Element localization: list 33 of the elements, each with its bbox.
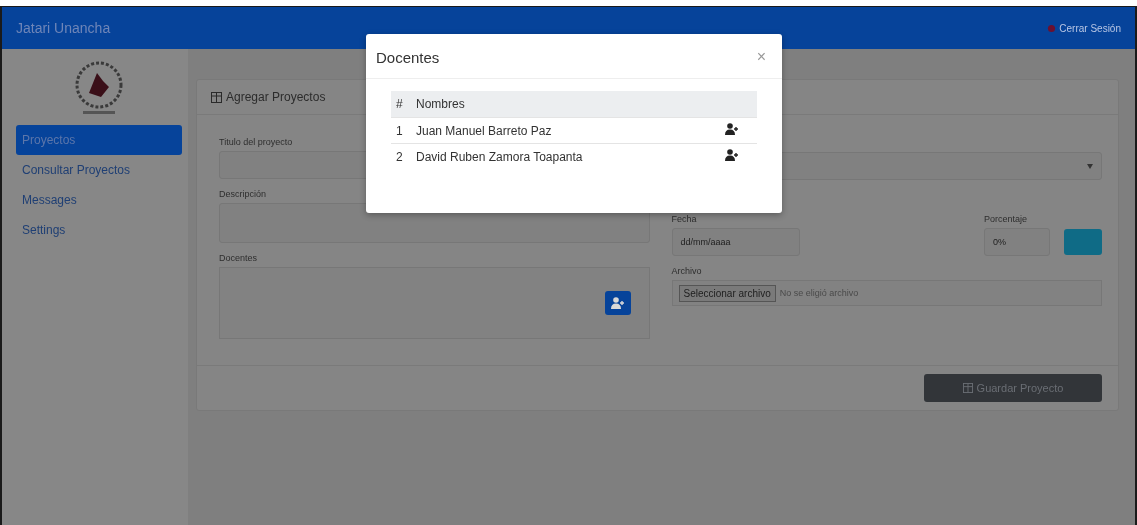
table-cell: David Ruben Zamora Toapanta <box>411 143 707 169</box>
sidebar-item[interactable]: Messages <box>16 185 182 215</box>
user-plus-icon <box>610 297 625 309</box>
sidebar-item[interactable]: Proyectos <box>16 125 182 155</box>
date-input[interactable]: dd/mm/aaaa <box>671 228 800 256</box>
sidebar-item[interactable]: Settings <box>16 215 182 245</box>
table-cell: 2 <box>391 143 411 169</box>
field-label: Descripción <box>219 189 268 199</box>
modal-title: Docentes <box>376 48 440 66</box>
save-button[interactable]: Guardar Proyecto <box>924 374 1102 402</box>
brand-title[interactable]: Jatari Unancha <box>16 20 111 36</box>
logout-link[interactable]: Cerrar Sesión <box>1047 22 1121 34</box>
percent-input[interactable]: 0% <box>984 228 1050 256</box>
field-label: Docentes <box>219 253 259 263</box>
add-teacher-button[interactable] <box>604 291 631 315</box>
table-cell: Juan Manuel Barreto Paz <box>411 117 707 144</box>
column-header: Nombres <box>411 91 707 118</box>
sidebar-item[interactable]: Consultar Proyectos <box>16 155 182 185</box>
user-plus-icon[interactable] <box>725 123 739 135</box>
field-label: Fecha <box>671 214 698 224</box>
column-header: # <box>391 91 411 118</box>
power-icon <box>1047 23 1057 33</box>
table-icon <box>962 383 973 393</box>
user-plus-icon[interactable] <box>725 149 739 161</box>
caret-icon <box>1087 163 1093 169</box>
field-label: Porcentaje <box>984 214 1029 224</box>
table-icon <box>211 91 222 103</box>
field-label: Archivo <box>671 266 703 276</box>
field-label: Titulo del proyecto <box>219 137 294 147</box>
choose-file-button[interactable]: Seleccionar archivo <box>678 284 776 302</box>
close-button[interactable]: × <box>756 48 766 66</box>
card-title: Agregar Proyectos <box>226 90 326 104</box>
table-cell: 1 <box>391 117 411 144</box>
